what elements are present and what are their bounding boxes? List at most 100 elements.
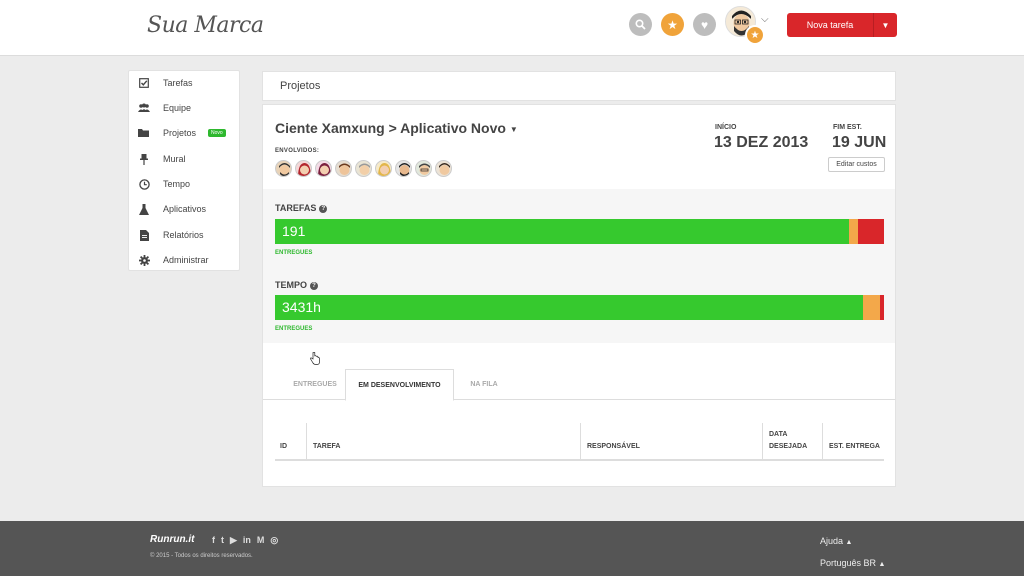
sidebar-item-tempo[interactable]: Tempo xyxy=(129,174,239,194)
tab-entregues[interactable]: ENTREGUES xyxy=(275,369,355,400)
tab-na-fila[interactable]: NA FILA xyxy=(454,369,514,400)
tasks-stat-label: TAREFAS? xyxy=(275,203,328,213)
language-label[interactable]: Português BR xyxy=(820,558,876,568)
sidebar-item-aplicativos[interactable]: Aplicativos xyxy=(129,199,239,219)
tasks-delivered-segment xyxy=(275,219,850,244)
edit-costs-button[interactable]: Editar custos xyxy=(828,157,885,172)
sidebar-item-equipe[interactable]: Equipe xyxy=(129,98,239,118)
brand-logo[interactable]: Sua Marca xyxy=(147,13,264,38)
sidebar-item-tarefas[interactable]: Tarefas xyxy=(129,73,239,93)
column-header-responsavel[interactable]: RESPONSÁVEL xyxy=(580,423,762,459)
project-panel: Ciente Xamxung > Aplicativo Novo ▼ ENVOLV… xyxy=(262,104,896,487)
footer-logo[interactable]: Runrun.it xyxy=(150,534,194,545)
member-avatar[interactable] xyxy=(315,160,332,177)
time-late-segment xyxy=(879,295,884,320)
sidebar-item-label: Tarefas xyxy=(163,78,193,88)
caret-down-icon[interactable]: ▼ xyxy=(510,125,518,134)
search-icon[interactable] xyxy=(629,13,652,36)
start-date-value: 13 DEZ 2013 xyxy=(714,134,809,151)
help-link[interactable]: Ajuda ▲ xyxy=(820,536,852,546)
member-avatar[interactable] xyxy=(295,160,312,177)
new-task-button[interactable]: Nova tarefa ▼ xyxy=(787,13,897,37)
social-links: f t ▶ in M ◎ xyxy=(212,535,284,546)
check-square-icon xyxy=(138,77,150,89)
flask-icon xyxy=(138,203,150,215)
sidebar-item-label: Aplicativos xyxy=(163,204,207,214)
twitter-icon[interactable]: t xyxy=(221,535,224,546)
sidebar-item-mural[interactable]: Mural xyxy=(129,149,239,169)
member-avatar[interactable] xyxy=(375,160,392,177)
sidebar-item-label: Administrar xyxy=(163,255,209,265)
star-icon[interactable]: ★ xyxy=(661,13,684,36)
project-title-text[interactable]: Ciente Xamxung > Aplicativo Novo xyxy=(275,120,506,136)
sidebar-item-administrar[interactable]: Administrar xyxy=(129,250,239,270)
time-stat-label: TEMPO? xyxy=(275,280,319,290)
new-task-label[interactable]: Nova tarefa xyxy=(787,13,874,37)
tasks-late-segment xyxy=(857,219,884,244)
member-avatar[interactable] xyxy=(335,160,352,177)
facebook-icon[interactable]: f xyxy=(212,535,215,546)
start-date-label: INÍCIO xyxy=(715,124,737,131)
column-header-est-entrega[interactable]: EST. ENTREGA xyxy=(822,423,884,459)
team-icon xyxy=(138,102,150,114)
new-badge: Novo xyxy=(208,129,226,137)
tasks-count: 191 xyxy=(282,223,306,239)
copyright-text: © 2015 - Todos os direitos reservados. xyxy=(150,553,253,559)
time-delivered-segment xyxy=(275,295,863,320)
sidebar-item-relatorios[interactable]: Relatórios xyxy=(129,225,239,245)
caret-up-icon: ▲ xyxy=(878,561,886,568)
member-avatar[interactable] xyxy=(415,160,432,177)
tasks-delivered-label: ENTREGUES xyxy=(275,250,313,256)
avatar-star-badge-icon: ★ xyxy=(745,25,765,45)
breadcrumb-projetos[interactable]: Projetos xyxy=(280,80,320,92)
time-delivered-label: ENTREGUES xyxy=(275,326,313,332)
member-avatar[interactable] xyxy=(355,160,372,177)
help-icon[interactable]: ? xyxy=(319,205,328,213)
footer: Runrun.it f t ▶ in M ◎ © 2015 - Todos os… xyxy=(0,521,1024,576)
tab-em-desenvolvimento[interactable]: EM DESENVOLVIMENTO xyxy=(345,369,454,401)
breadcrumb: Projetos xyxy=(262,71,896,101)
medium-icon[interactable]: M xyxy=(257,535,265,546)
member-avatar[interactable] xyxy=(435,160,452,177)
time-progress-bar[interactable]: 3431h xyxy=(275,295,884,320)
sidebar: Tarefas Equipe Projetos Novo Mural Tempo… xyxy=(128,70,240,271)
sidebar-item-projetos[interactable]: Projetos Novo xyxy=(129,123,239,143)
heart-icon[interactable]: ♥ xyxy=(693,13,716,36)
gear-icon xyxy=(138,254,150,266)
member-avatar[interactable] xyxy=(275,160,292,177)
involved-label: ENVOLVIDOS: xyxy=(275,148,320,154)
folder-icon xyxy=(138,127,150,139)
sidebar-item-label: Relatórios xyxy=(163,230,204,240)
help-link-label[interactable]: Ajuda xyxy=(820,536,843,546)
tasks-in-progress-segment xyxy=(849,219,858,244)
chevron-down-icon[interactable]: ⌵ xyxy=(761,14,769,25)
new-task-dropdown-icon[interactable]: ▼ xyxy=(874,21,897,30)
project-title[interactable]: Ciente Xamxung > Aplicativo Novo ▼ xyxy=(275,120,518,136)
caret-up-icon: ▲ xyxy=(845,539,853,546)
top-bar: Sua Marca ★ ♥ ★ ⌵ Nova tarefa ▼ xyxy=(0,0,1024,56)
sidebar-item-label: Projetos xyxy=(163,128,197,138)
language-selector[interactable]: Português BR ▲ xyxy=(820,558,885,568)
time-in-progress-segment xyxy=(862,295,880,320)
involved-people xyxy=(275,160,455,177)
instagram-icon[interactable]: ◎ xyxy=(270,535,278,546)
youtube-icon[interactable]: ▶ xyxy=(230,535,237,546)
time-label-text: TEMPO xyxy=(275,280,308,290)
end-date-label: FIM EST. xyxy=(833,124,862,131)
tasks-progress-bar[interactable]: 191 xyxy=(275,219,884,244)
column-header-id[interactable]: ID xyxy=(275,423,306,459)
tab-bar: ENTREGUES EM DESENVOLVIMENTO NA FILA xyxy=(263,369,895,401)
tasks-label-text: TAREFAS xyxy=(275,203,317,213)
sidebar-item-label: Equipe xyxy=(163,103,192,113)
column-header-data-desejada[interactable]: DATA DESEJADA xyxy=(762,423,822,459)
linkedin-icon[interactable]: in xyxy=(243,535,251,546)
tasks-table-header: ID TAREFA RESPONSÁVEL DATA DESEJADA EST.… xyxy=(275,423,884,461)
sidebar-item-label: Tempo xyxy=(163,179,191,189)
column-header-tarefa[interactable]: TAREFA xyxy=(306,423,580,459)
help-icon[interactable]: ? xyxy=(310,282,319,290)
member-avatar[interactable] xyxy=(395,160,412,177)
end-date-value: 19 JUN xyxy=(832,134,887,151)
clock-icon xyxy=(138,178,150,190)
pin-icon xyxy=(138,153,150,165)
document-icon xyxy=(138,229,150,241)
